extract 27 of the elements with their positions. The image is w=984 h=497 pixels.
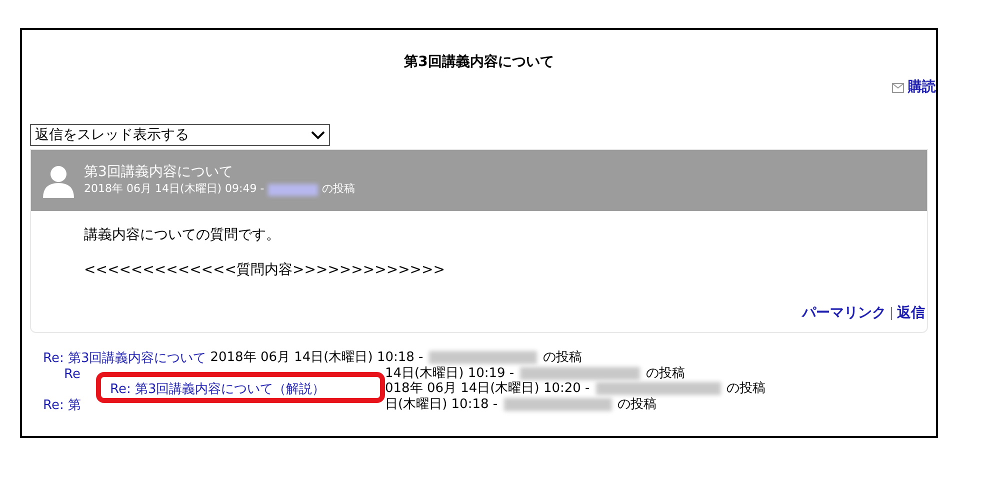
caret-icon <box>311 130 325 140</box>
discussion-title: 第3回講義内容について <box>404 52 554 72</box>
post-text: 講義内容についての質問です。 <box>84 226 281 245</box>
redaction-blur <box>268 184 318 196</box>
reply-link[interactable]: 返信 <box>897 303 925 324</box>
reply-meta: 日(木曜日) 10:18 - <box>385 396 498 412</box>
reply-link[interactable]: Re <box>64 366 80 382</box>
display-mode-select[interactable]: 返信をスレッド表示する <box>30 124 330 146</box>
post-text: <<<<<<<<<<<<<質問内容>>>>>>>>>>>>> <box>84 261 446 280</box>
reply-link[interactable]: Re: 第 <box>43 398 81 413</box>
envelope-icon <box>892 82 904 92</box>
post-meta: の投稿 <box>322 181 356 198</box>
reply-meta: の投稿 <box>618 396 657 412</box>
reply-meta: の投稿 <box>726 381 766 396</box>
permalink-link[interactable]: パーマリンク <box>802 303 886 324</box>
divider-bar <box>891 307 892 320</box>
reply-meta: 14日(木曜日) 10:19 - <box>385 366 514 381</box>
reply-meta: の投稿 <box>543 350 582 366</box>
post-meta: 2018年 06月 14日(木曜日) 09:49 - <box>84 181 264 198</box>
reply-link[interactable]: Re: 第3回講義内容について（解説） <box>110 382 326 398</box>
avatar-icon <box>41 163 76 198</box>
reply-link[interactable]: Re: 第3回講義内容について <box>43 351 206 366</box>
subscribe-link[interactable]: 購読 <box>908 77 936 98</box>
reply-meta: 2018年 06月 14日(木曜日) 10:18 - <box>210 350 424 366</box>
reply-meta: の投稿 <box>646 366 686 381</box>
reply-meta: 018年 06月 14日(木曜日) 10:20 - <box>385 381 590 396</box>
post-title: 第3回講義内容について <box>84 163 234 182</box>
